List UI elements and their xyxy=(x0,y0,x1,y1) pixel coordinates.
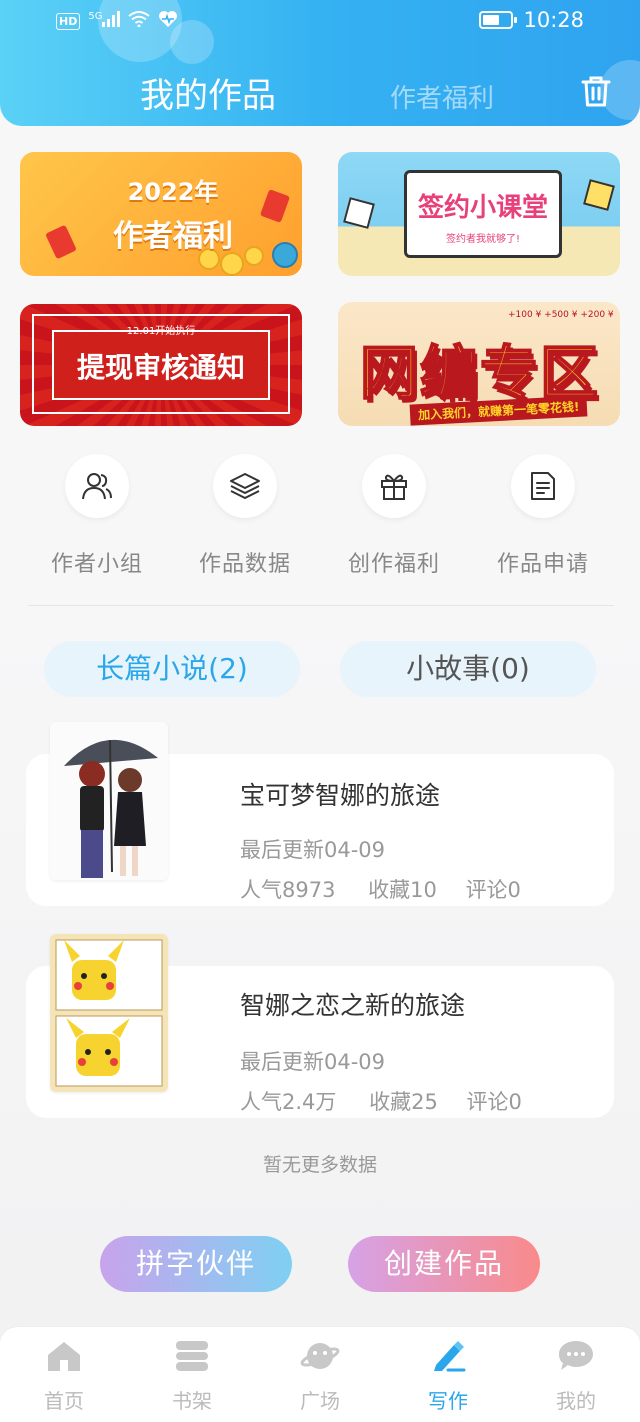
chat-bubble-icon xyxy=(556,1339,596,1373)
work-updated: 最后更新04-09 xyxy=(240,838,386,862)
battery-icon xyxy=(479,11,518,29)
tab-short-stories[interactable]: 小故事(0) xyxy=(340,641,596,697)
bookshelf-icon xyxy=(172,1339,212,1373)
work-popularity: 人气2.4万 xyxy=(240,1090,337,1114)
clock: 10:28 xyxy=(523,8,584,32)
work-comments: 评论0 xyxy=(466,1090,522,1114)
work-favorites: 收藏10 xyxy=(368,878,437,902)
spell-partner-button[interactable]: 拼字伙伴 xyxy=(100,1236,292,1292)
gift-icon xyxy=(362,454,426,518)
people-icon xyxy=(65,454,129,518)
quick-label: 作者小组 xyxy=(50,552,143,577)
quick-label: 作品申请 xyxy=(496,552,589,577)
work-popularity: 人气8973 xyxy=(240,878,336,902)
quick-author-group[interactable]: 作者小组 xyxy=(32,454,162,578)
work-cover-image[interactable] xyxy=(50,934,168,1092)
nav-label: 写作 xyxy=(428,1389,468,1413)
banner-contract-class[interactable]: 签约小课堂 签约者我就够了! xyxy=(338,152,620,276)
coin-decoration xyxy=(220,252,244,276)
signal-label: 5G xyxy=(88,11,103,22)
banner-title: 提现审核通知 xyxy=(76,351,245,384)
planet-icon xyxy=(300,1339,340,1373)
work-comments: 评论0 xyxy=(465,878,521,902)
work-title: 宝可梦智娜的旅途 xyxy=(240,781,441,810)
quick-label: 作品数据 xyxy=(198,552,291,577)
contract-class-card: 签约小课堂 签约者我就够了! xyxy=(404,170,562,258)
banner-title: 作者福利 xyxy=(113,219,233,254)
layers-icon xyxy=(213,454,277,518)
banner-date-note: 12.01开始执行 xyxy=(126,326,196,337)
bottom-nav: 首页 书架 广场 写作 我的 xyxy=(0,1326,640,1422)
nav-label: 首页 xyxy=(44,1389,84,1413)
red-envelope-decoration xyxy=(259,189,291,223)
health-heart-icon xyxy=(158,10,178,33)
banner-inner-box: 12.01开始执行 提现审核通知 xyxy=(52,326,270,400)
nav-writing[interactable]: 写作 xyxy=(398,1339,498,1414)
divider xyxy=(28,605,614,606)
hd-badge: HD xyxy=(56,13,81,30)
quick-work-data[interactable]: 作品数据 xyxy=(180,454,310,578)
cube-decoration xyxy=(343,197,375,229)
banner-title: 签约小课堂 xyxy=(417,193,548,223)
tab-long-novels[interactable]: 长篇小说(2) xyxy=(44,641,300,697)
banner-subtitle: 签约者我就够了! xyxy=(445,234,520,245)
header-bar: HD 5G 10:28 我的作品 作者福利 xyxy=(0,0,640,126)
work-stats: 人气2.4万 收藏25 评论0 xyxy=(240,1086,522,1116)
banner-year: 2022年 xyxy=(127,178,219,206)
work-cover-image[interactable] xyxy=(50,722,168,880)
work-updated: 最后更新04-09 xyxy=(240,1050,386,1074)
home-icon xyxy=(44,1339,84,1373)
pen-icon xyxy=(428,1339,468,1373)
nav-mine[interactable]: 我的 xyxy=(526,1339,626,1414)
tab-my-works[interactable]: 我的作品 xyxy=(140,68,276,117)
no-more-data-text: 暂无更多数据 xyxy=(262,1154,377,1176)
nav-label: 我的 xyxy=(556,1389,596,1413)
battery-level xyxy=(483,15,500,25)
quick-label: 创作福利 xyxy=(347,552,440,577)
work-stats: 人气8973 收藏10 评论0 xyxy=(240,874,521,904)
work-favorites: 收藏25 xyxy=(369,1090,438,1114)
status-bar: HD 5G 10:28 xyxy=(0,0,640,44)
create-work-button[interactable]: 创建作品 xyxy=(348,1236,540,1292)
nav-bookshelf[interactable]: 书架 xyxy=(142,1339,242,1414)
quick-creation-welfare[interactable]: 创作福利 xyxy=(329,454,459,578)
tab-author-welfare[interactable]: 作者福利 xyxy=(390,78,494,115)
signal-icon xyxy=(102,11,121,32)
banner-bonus-text: +100 ¥ +500 ¥ +200 ¥ xyxy=(508,310,614,320)
red-envelope-decoration xyxy=(45,224,77,260)
nav-square[interactable]: 广场 xyxy=(270,1339,370,1414)
trash-icon[interactable] xyxy=(580,74,612,108)
coin-decoration xyxy=(272,242,298,268)
nav-label: 书架 xyxy=(172,1389,212,1413)
banner-author-welfare-2022[interactable]: 2022年 作者福利 xyxy=(20,152,302,276)
document-icon xyxy=(511,454,575,518)
cube-decoration xyxy=(583,179,615,211)
quick-work-application[interactable]: 作品申请 xyxy=(478,454,608,578)
nav-home[interactable]: 首页 xyxy=(14,1339,114,1414)
banner-editor-zone[interactable]: +100 ¥ +500 ¥ +200 ¥ 网编专区 加入我们，就赚第一笔零花钱! xyxy=(338,302,620,426)
wifi-icon xyxy=(128,11,151,32)
banner-withdrawal-notice[interactable]: 12.01开始执行 提现审核通知 xyxy=(20,304,302,426)
work-title: 智娜之恋之新的旅途 xyxy=(240,991,466,1020)
nav-label: 广场 xyxy=(300,1389,340,1413)
